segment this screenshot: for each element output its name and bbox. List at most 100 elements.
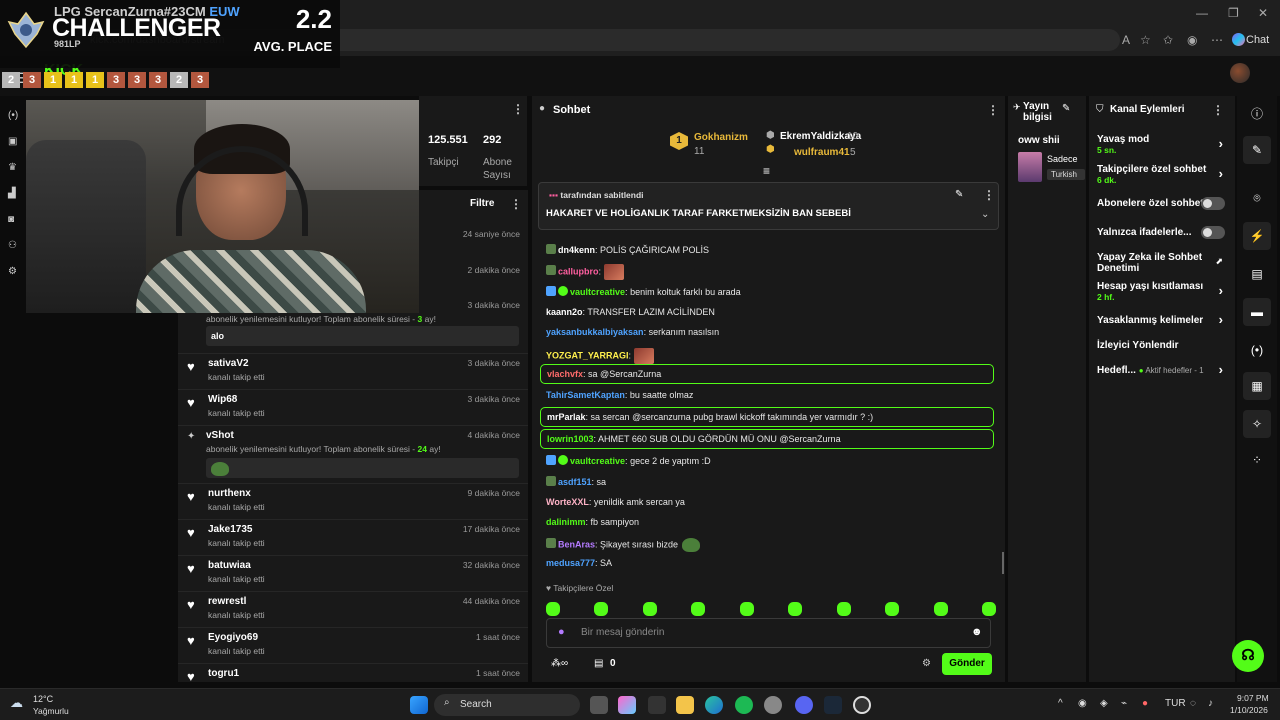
gifter-name[interactable]: Gokhanizm [694, 132, 748, 143]
event-user[interactable]: Eyogiyo69 [208, 632, 258, 643]
chevron-up-icon[interactable]: ^ [1058, 698, 1063, 709]
favorites-bar-icon[interactable]: ✩ [1163, 33, 1173, 47]
document-icon[interactable]: ▤ [1243, 260, 1271, 288]
chat-username[interactable]: callupbro [558, 266, 599, 276]
weather-icon[interactable]: ☁ [10, 695, 23, 711]
emote-icon[interactable] [642, 602, 657, 616]
emote-icon[interactable] [691, 602, 706, 616]
external-link-icon[interactable]: ⬈ [1215, 256, 1223, 267]
wrench-icon[interactable]: ✧ [1243, 410, 1271, 438]
chat-username[interactable]: vaultcreative [570, 456, 625, 466]
infinity-icon[interactable]: ⁂∞ [551, 658, 568, 669]
chat-menu-icon[interactable]: ⋮ [987, 103, 999, 117]
copilot-chat-button[interactable]: Chat [1230, 30, 1276, 50]
read-aloud-icon[interactable]: A [1122, 33, 1130, 47]
chat-username[interactable]: medusa777 [546, 558, 595, 568]
chevron-right-icon[interactable]: › [1219, 283, 1223, 298]
chevron-down-icon[interactable]: ⌄ [981, 209, 989, 220]
event-user[interactable]: batuwiaa [208, 560, 251, 571]
chevron-right-icon[interactable]: › [1219, 166, 1223, 181]
copilot-icon[interactable] [618, 696, 636, 714]
filter-icon[interactable]: ≡ [763, 164, 770, 178]
chevron-right-icon[interactable]: › [1219, 312, 1223, 327]
emote-icon[interactable] [788, 602, 803, 616]
profile-icon[interactable]: ◉ [1187, 33, 1197, 47]
chat-username[interactable]: lowrin1003 [547, 434, 594, 444]
filter-button[interactable]: Filtre [470, 198, 494, 209]
settings-app-icon[interactable] [764, 696, 782, 714]
event-user[interactable]: nurthenx [208, 488, 251, 499]
event-user[interactable]: vShot [206, 430, 234, 441]
clock-time[interactable]: 9:07 PM [1237, 693, 1269, 703]
chat-settings-icon[interactable]: ⚙ [922, 658, 931, 669]
emote-only-toggle[interactable] [1201, 226, 1225, 239]
edge-icon[interactable] [705, 696, 723, 714]
avatar[interactable] [1230, 63, 1250, 83]
analytics-icon[interactable]: ▣ [8, 136, 17, 147]
spotify-icon[interactable] [735, 696, 753, 714]
volume-icon[interactable]: ♪ [1208, 698, 1213, 709]
target-icon[interactable]: ⌾ [1243, 184, 1271, 212]
tray-mic-icon[interactable]: ● [1142, 698, 1148, 709]
restore-icon[interactable]: ❐ [1228, 6, 1239, 20]
lightning-icon[interactable]: ⚡ [1243, 222, 1271, 250]
send-button[interactable]: Gönder [942, 653, 992, 675]
event-user[interactable]: togru1 [208, 668, 239, 679]
tray-discord-icon[interactable]: ◉ [1078, 698, 1087, 709]
slow-mode-setting[interactable]: Yavaş mod 5 sn. [1097, 134, 1149, 156]
widgets-icon[interactable] [648, 696, 666, 714]
chat-input[interactable]: Bir mesaj gönderin [546, 618, 991, 648]
emote-icon[interactable] [885, 602, 900, 616]
stats-menu-icon[interactable]: ⋮ [512, 102, 524, 116]
pencil-icon[interactable]: ✎ [1243, 136, 1271, 164]
close-icon[interactable]: ✕ [1258, 6, 1268, 20]
chevron-right-icon[interactable]: › [1219, 362, 1223, 377]
taskbar-search[interactable]: Search [434, 694, 580, 716]
pin-icon[interactable]: ✎ [955, 189, 963, 200]
chat-username[interactable]: asdf151 [558, 477, 592, 487]
favorite-icon[interactable]: ☆ [1140, 33, 1151, 47]
info-icon[interactable]: ⓘ [1243, 100, 1271, 128]
chat-username[interactable]: dn4kenn [558, 245, 595, 255]
minimize-icon[interactable]: — [1196, 6, 1208, 20]
shapes-icon[interactable]: ⁘ [1243, 446, 1271, 474]
broadcast-icon[interactable]: (•) [1243, 336, 1271, 364]
chat-username[interactable]: YOZGAT_YARRAGI [546, 350, 629, 360]
chat-username[interactable]: kaann2o [546, 307, 583, 317]
chat-username[interactable]: mrParlak [547, 412, 586, 422]
raid-setting[interactable]: İzleyici Yönlendir [1097, 340, 1179, 351]
emote-icon[interactable] [594, 602, 609, 616]
edit-icon[interactable]: ✎ [1062, 103, 1070, 114]
layout-icon[interactable]: ▦ [1243, 372, 1271, 400]
users-icon[interactable]: ⚇ [8, 240, 17, 251]
event-user[interactable]: Wip68 [208, 394, 237, 405]
chat-username[interactable]: WorteXXL [546, 497, 589, 507]
windows-start-icon[interactable] [410, 696, 428, 714]
steam-icon[interactable] [824, 696, 842, 714]
emote-icon[interactable] [739, 602, 754, 616]
chat-scrollbar[interactable] [1002, 552, 1004, 574]
emote-icon[interactable] [933, 602, 948, 616]
store-icon[interactable]: ▤ [594, 658, 603, 669]
chat-username[interactable]: dalinimm [546, 517, 586, 527]
event-user[interactable]: Jake1735 [208, 524, 253, 535]
obs-icon[interactable] [853, 696, 871, 714]
task-view-icon[interactable] [590, 696, 608, 714]
discord-icon[interactable] [795, 696, 813, 714]
emote-icon[interactable] [546, 602, 560, 616]
broadcast-icon[interactable]: (•) [8, 110, 18, 121]
file-explorer-icon[interactable] [676, 696, 694, 714]
chat-username[interactable]: BenAras [558, 539, 595, 549]
help-chat-button[interactable]: ☊ [1232, 640, 1264, 672]
settings-icon[interactable]: ⚙ [8, 266, 17, 277]
emoji-icon[interactable]: ☻ [971, 626, 983, 638]
gifter-name[interactable]: wulfraum41 [794, 147, 850, 158]
language-indicator[interactable]: TUR [1165, 698, 1186, 709]
clock-date[interactable]: 1/10/2026 [1230, 705, 1268, 715]
feed-menu-icon[interactable]: ⋮ [510, 197, 522, 211]
wifi-icon[interactable]: ◌ [1190, 698, 1196, 709]
chevron-right-icon[interactable]: › [1219, 136, 1223, 151]
account-age-setting[interactable]: Hesap yaşı kısıtlaması 2 hf. [1097, 281, 1203, 303]
tray-network-icon[interactable]: ⌁ [1121, 698, 1127, 709]
actions-menu-icon[interactable]: ⋮ [1212, 103, 1224, 117]
